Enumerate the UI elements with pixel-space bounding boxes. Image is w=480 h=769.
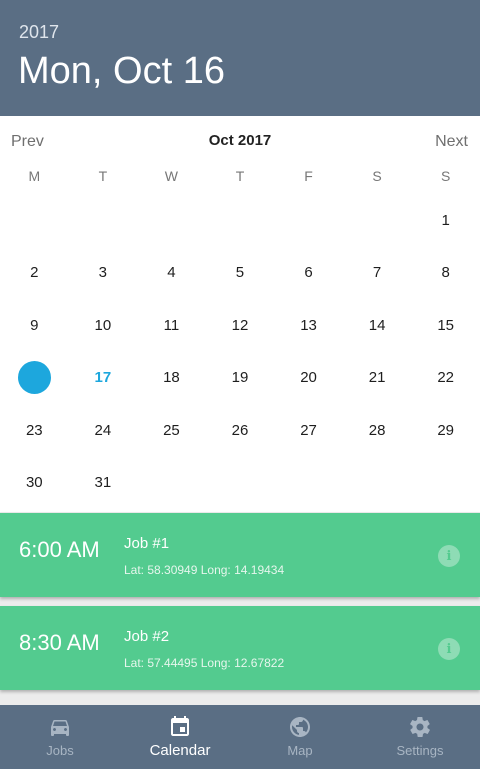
day-number: 20 [300, 369, 317, 387]
day-cell[interactable]: 23 [0, 404, 69, 457]
day-cell[interactable]: 29 [411, 404, 480, 457]
day-blank [274, 194, 343, 247]
nav-jobs[interactable]: Jobs [0, 705, 120, 769]
nav-label: Map [287, 743, 313, 758]
day-blank [343, 194, 412, 247]
day-cell[interactable]: 15 [411, 299, 480, 352]
day-number: 4 [167, 264, 176, 282]
gear-icon [410, 717, 430, 737]
day-number: 21 [368, 369, 386, 387]
next-month-button[interactable]: Next [435, 133, 468, 151]
day-cell[interactable]: 7 [343, 247, 412, 300]
day-cell[interactable]: 13 [274, 299, 343, 352]
calendar-panel: Prev Oct 2017 Next M T W T F S S 1234567… [0, 116, 480, 512]
day-cell[interactable]: 21 [343, 352, 412, 405]
job-card[interactable]: 8:30 AM Job #2 Lat: 57.44495 Long: 12.67… [0, 606, 480, 690]
day-cell[interactable]: 24 [69, 404, 138, 457]
day-cell[interactable]: 27 [274, 404, 343, 457]
day-number: 22 [437, 369, 454, 387]
day-cell[interactable]: 26 [206, 404, 275, 457]
day-cell[interactable]: 6 [274, 247, 343, 300]
job-coordinates: Lat: 58.30949 Long: 14.19434 [124, 563, 285, 577]
day-number: 28 [368, 421, 386, 439]
day-cell[interactable]: 3 [69, 247, 138, 300]
day-number: 29 [437, 421, 454, 439]
day-number: 25 [163, 421, 180, 439]
day-number: 8 [441, 264, 450, 282]
day-number: 27 [300, 421, 317, 439]
app-header: 2017 Mon, Oct 16 [0, 0, 480, 116]
day-cell[interactable]: 20 [274, 352, 343, 405]
header-year: 2017 [19, 22, 60, 42]
month-title: Oct 2017 [208, 132, 272, 149]
globe-icon [290, 717, 310, 737]
day-number: 23 [25, 421, 43, 439]
day-number: 24 [94, 421, 112, 439]
day-blank [0, 194, 69, 247]
day-cell[interactable]: 12 [206, 299, 275, 352]
day-number: 9 [30, 316, 39, 334]
day-cell[interactable]: 5 [206, 247, 275, 300]
day-number: 13 [300, 316, 317, 334]
nav-settings[interactable]: Settings [360, 705, 480, 769]
day-cell[interactable]: 31 [69, 457, 138, 510]
job-card[interactable]: 6:00 AM Job #1 Lat: 58.30949 Long: 14.19… [0, 513, 480, 597]
day-number: 6 [304, 264, 313, 282]
day-number: 18 [163, 369, 180, 387]
day-cell[interactable]: 8 [411, 247, 480, 300]
day-cell[interactable]: 14 [343, 299, 412, 352]
job-time: 6:00 AM [19, 537, 100, 562]
day-blank [69, 194, 138, 247]
day-number: 17 [94, 369, 112, 387]
day-cell[interactable]: 25 [137, 404, 206, 457]
calendar-icon [171, 716, 189, 736]
day-number: 26 [231, 421, 249, 439]
day-blank [137, 194, 206, 247]
day-number: 31 [94, 474, 112, 492]
day-number: 19 [231, 369, 249, 387]
job-coordinates: Lat: 57.44495 Long: 12.67822 [124, 656, 285, 670]
day-cell[interactable]: 30 [0, 457, 69, 510]
day-number: 2 [30, 264, 39, 282]
day-number: 7 [372, 264, 382, 282]
header-selected-date: Mon, Oct 16 [18, 50, 225, 92]
day-cell[interactable]: 11 [137, 299, 206, 352]
day-cell[interactable]: 22 [411, 352, 480, 405]
nav-map[interactable]: Map [240, 705, 360, 769]
day-blank [206, 194, 275, 247]
day-cell-selected[interactable]: 16 [0, 352, 69, 405]
day-cell[interactable]: 2 [0, 247, 69, 300]
day-cell[interactable]: 28 [343, 404, 412, 457]
job-title: Job #2 [124, 628, 170, 645]
nav-calendar[interactable]: Calendar [120, 705, 240, 769]
day-cell[interactable]: 4 [137, 247, 206, 300]
day-cell[interactable]: 18 [137, 352, 206, 405]
bottom-navigation: Jobs Calendar Map Settings [0, 705, 480, 769]
job-time: 8:30 AM [19, 630, 100, 655]
day-cell[interactable]: 19 [206, 352, 275, 405]
day-grid: 1234567891011121314151617181920212223242… [0, 194, 480, 509]
day-cell[interactable]: 9 [0, 299, 69, 352]
day-number: 1 [441, 211, 450, 229]
job-title: Job #1 [124, 535, 170, 552]
day-number: 10 [94, 316, 112, 334]
day-number: 3 [98, 264, 108, 282]
nav-label: Calendar [149, 742, 211, 759]
day-number: 15 [437, 316, 454, 334]
nav-label: Jobs [46, 743, 74, 758]
calendar-nav: Prev Oct 2017 Next [0, 116, 480, 166]
day-cell-today[interactable]: 17 [69, 352, 138, 405]
nav-label: Settings [396, 743, 444, 758]
day-cell[interactable]: 10 [69, 299, 138, 352]
day-number: 30 [25, 474, 43, 492]
day-number: 5 [235, 264, 245, 282]
info-icon[interactable]: i [438, 545, 460, 567]
day-number: 14 [368, 316, 386, 334]
day-number: 11 [163, 316, 180, 334]
day-cell[interactable]: 1 [411, 194, 480, 247]
car-icon [51, 720, 69, 736]
day-number: 12 [231, 316, 249, 334]
info-icon[interactable]: i [438, 638, 460, 660]
